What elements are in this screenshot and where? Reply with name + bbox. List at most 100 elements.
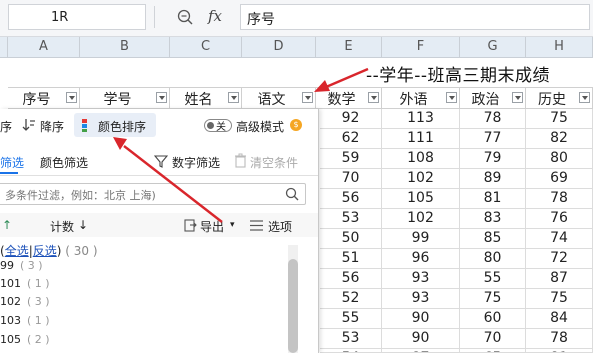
data-cell[interactable]: 65	[460, 349, 526, 352]
header-cell-index[interactable]: 序号	[8, 88, 80, 108]
clear-conditions-button[interactable]: 清空条件	[250, 154, 298, 171]
data-cell[interactable]: 62	[320, 129, 382, 149]
data-cell[interactable]: 90	[382, 309, 460, 329]
header-cell-name[interactable]: 姓名	[170, 88, 242, 108]
export-button[interactable]: 导出	[200, 218, 224, 235]
data-cell[interactable]: 50	[320, 229, 382, 249]
column-header-g[interactable]: G	[460, 37, 526, 57]
filter-dropdown-icon[interactable]	[302, 92, 313, 103]
data-cell[interactable]: 77	[460, 129, 526, 149]
data-cell[interactable]: 79	[460, 149, 526, 169]
data-cell[interactable]: 53	[320, 329, 382, 349]
data-cell[interactable]: 108	[382, 149, 460, 169]
data-cell[interactable]: 84	[526, 309, 593, 329]
advanced-mode-toggle[interactable]: 关	[204, 119, 232, 133]
data-cell[interactable]: 90	[382, 329, 460, 349]
list-item[interactable]: 105 ( 2 )	[0, 333, 50, 346]
title-row[interactable]: --学年--班高三期末成绩	[8, 58, 593, 88]
fx-icon[interactable]: fx	[208, 7, 222, 25]
filter-dropdown-icon[interactable]	[446, 92, 457, 103]
select-all-link[interactable]: 全选	[5, 244, 29, 258]
data-cell[interactable]: 55	[320, 309, 382, 329]
header-cell-politics[interactable]: 政治	[460, 88, 526, 108]
tab-filter[interactable]: 筛选	[0, 154, 24, 171]
column-header-d[interactable]: D	[242, 37, 316, 57]
data-cell[interactable]: 87	[526, 269, 593, 289]
color-sort-button[interactable]: 颜色排序	[74, 113, 156, 137]
column-header-c[interactable]: C	[170, 37, 242, 57]
formula-input[interactable]: 序号	[240, 4, 590, 30]
data-cell[interactable]: 111	[382, 129, 460, 149]
data-cell[interactable]: 92	[320, 109, 382, 129]
search-icon[interactable]	[285, 187, 299, 201]
data-cell[interactable]: 70	[320, 169, 382, 189]
data-cell[interactable]: 54	[320, 349, 382, 352]
filter-search-input[interactable]	[3, 186, 277, 204]
data-cell[interactable]: 78	[526, 189, 593, 209]
invert-selection-link[interactable]: 反选	[33, 244, 57, 258]
header-cell-chinese[interactable]: 语文	[242, 88, 316, 108]
data-cell[interactable]: 96	[382, 249, 460, 269]
scrollbar-thumb[interactable]	[288, 259, 298, 353]
data-cell[interactable]: 75	[526, 289, 593, 309]
data-cell[interactable]: 80	[460, 249, 526, 269]
filter-dropdown-icon[interactable]	[512, 92, 523, 103]
data-cell[interactable]: 59	[320, 149, 382, 169]
column-header-a[interactable]: A	[8, 37, 80, 57]
filter-dropdown-icon[interactable]	[228, 92, 239, 103]
count-sort-label[interactable]: 计数	[50, 218, 74, 235]
data-cell[interactable]: 99	[382, 229, 460, 249]
data-cell[interactable]: 93	[382, 289, 460, 309]
sort-up-arrow-icon[interactable]: ↑	[2, 218, 12, 232]
filter-dropdown-icon[interactable]	[579, 92, 590, 103]
data-cell[interactable]: 81	[526, 349, 593, 352]
data-cell[interactable]: 55	[460, 269, 526, 289]
data-cell[interactable]: 85	[460, 229, 526, 249]
column-header-h[interactable]: H	[526, 37, 593, 57]
zoom-icon[interactable]	[176, 8, 194, 26]
data-cell[interactable]: 82	[526, 129, 593, 149]
column-header-f[interactable]: F	[382, 37, 460, 57]
sort-descending-button[interactable]: 降序	[40, 118, 64, 135]
list-item[interactable]: 103 ( 1 )	[0, 314, 50, 327]
name-box[interactable]: 1R	[8, 4, 146, 30]
data-cell[interactable]: 81	[460, 189, 526, 209]
data-cell[interactable]: 74	[526, 229, 593, 249]
list-item[interactable]: 102 ( 3 )	[0, 295, 50, 308]
data-cell[interactable]: 80	[526, 149, 593, 169]
filter-dropdown-icon[interactable]	[66, 92, 77, 103]
data-cell[interactable]: 76	[526, 209, 593, 229]
list-item[interactable]: 101 ( 1 )	[0, 277, 50, 290]
number-filter-button[interactable]: 数字筛选	[172, 154, 220, 171]
tab-color-filter[interactable]: 颜色筛选	[40, 154, 88, 171]
column-header-e[interactable]: E	[316, 37, 382, 57]
data-cell[interactable]: 56	[320, 189, 382, 209]
header-cell-foreign-language[interactable]: 外语	[382, 88, 460, 108]
data-cell[interactable]: 53	[320, 209, 382, 229]
count-sort-arrow-icon[interactable]: ↓	[78, 218, 88, 232]
data-cell[interactable]: 78	[526, 329, 593, 349]
filter-search-box[interactable]	[0, 183, 306, 205]
data-cell[interactable]: 70	[460, 329, 526, 349]
data-cell[interactable]: 75	[526, 109, 593, 129]
data-cell[interactable]: 113	[382, 109, 460, 129]
data-cell[interactable]: 69	[526, 169, 593, 189]
sort-ascending-button[interactable]: 序	[0, 118, 12, 135]
data-cell[interactable]: 56	[320, 269, 382, 289]
data-cell[interactable]: 75	[460, 289, 526, 309]
data-cell[interactable]: 89	[460, 169, 526, 189]
data-cell[interactable]: 102	[382, 209, 460, 229]
header-cell-math[interactable]: 数学	[316, 88, 382, 108]
data-cell[interactable]: 93	[382, 269, 460, 289]
filter-dropdown-icon[interactable]	[156, 92, 167, 103]
data-cell[interactable]: 102	[382, 169, 460, 189]
header-cell-student-id[interactable]: 学号	[80, 88, 170, 108]
data-cell[interactable]: 52	[320, 289, 382, 309]
list-scrollbar[interactable]	[288, 245, 298, 353]
data-cell[interactable]: 83	[460, 209, 526, 229]
options-button[interactable]: 选项	[268, 218, 292, 235]
export-chevron-icon[interactable]: ▾	[230, 220, 235, 230]
data-cell[interactable]: 60	[460, 309, 526, 329]
corner-cell[interactable]	[0, 37, 8, 57]
data-cell[interactable]: 72	[526, 249, 593, 269]
